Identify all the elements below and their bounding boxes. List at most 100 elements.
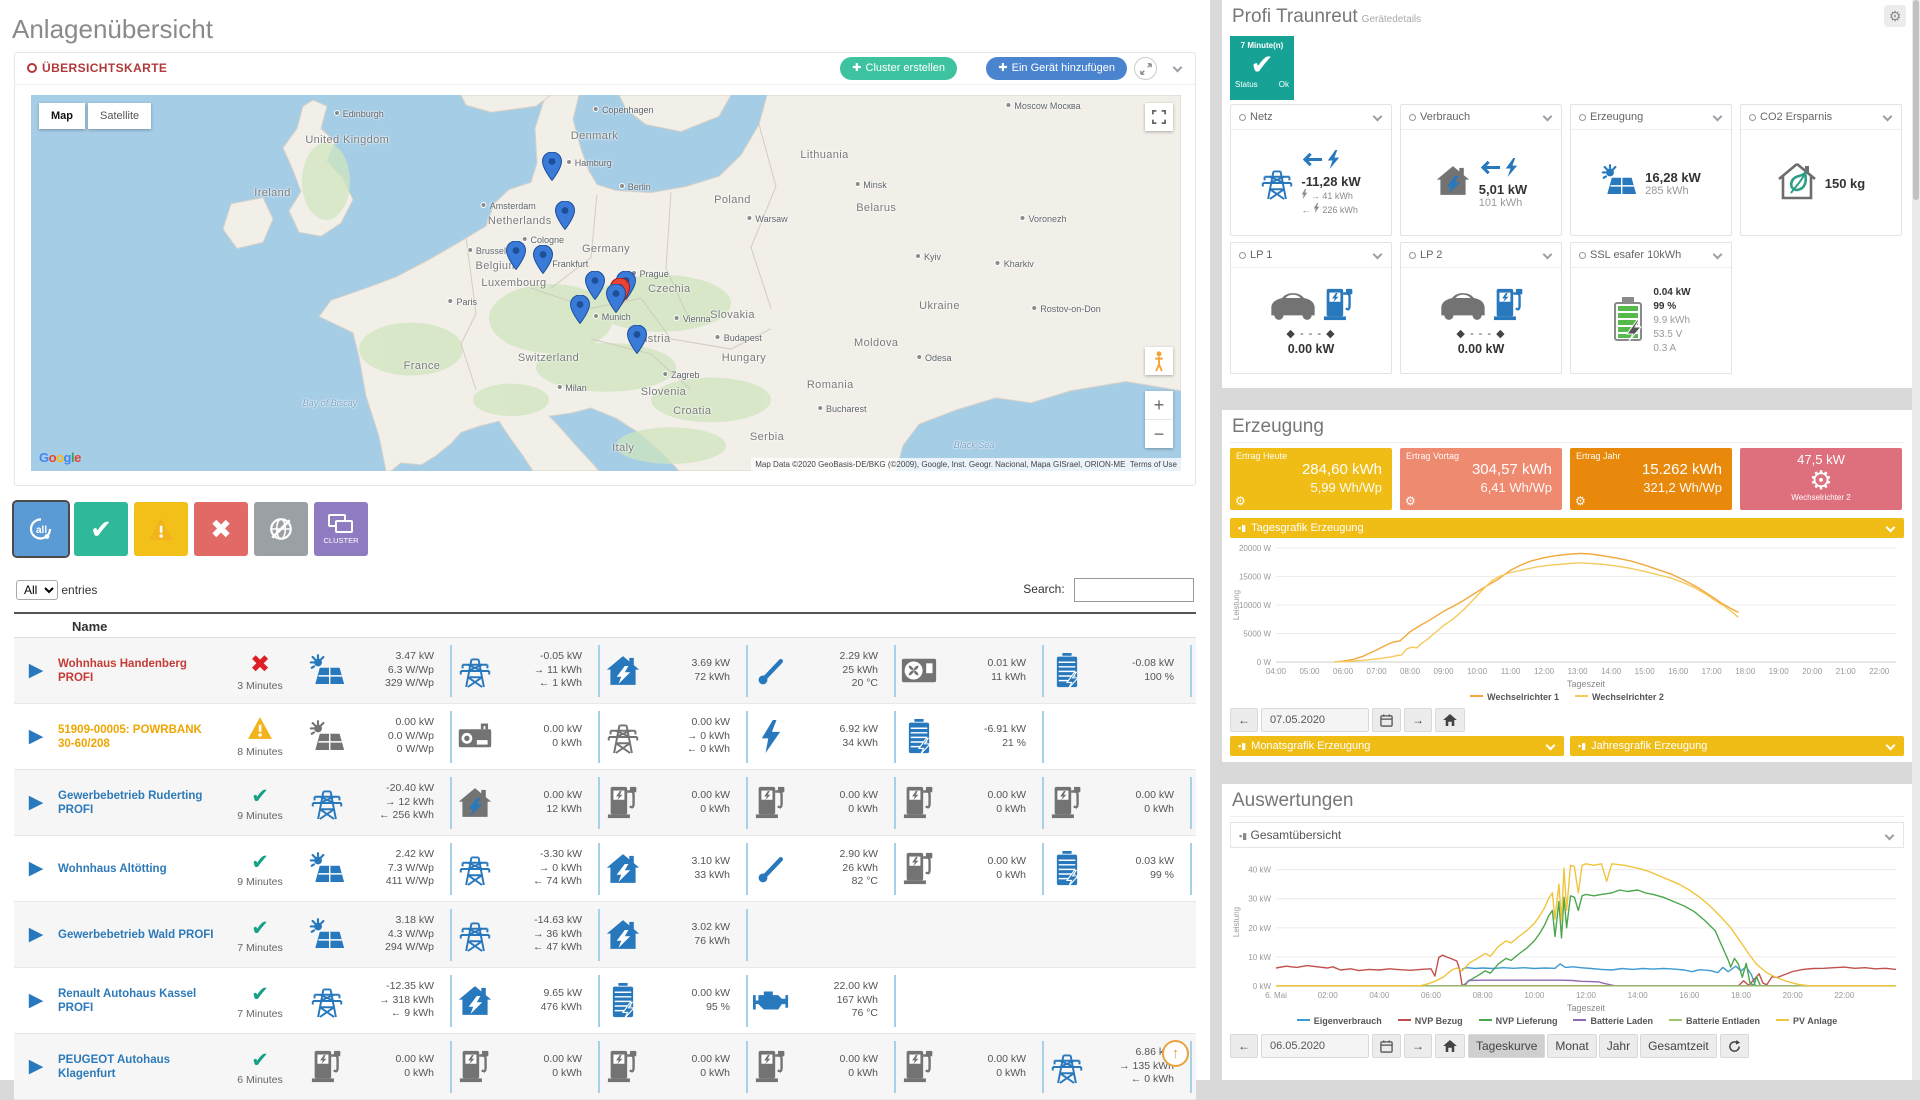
prev-day-button[interactable]: ←: [1230, 708, 1258, 732]
date-field[interactable]: 07.05.2020: [1261, 708, 1369, 732]
table-header-name[interactable]: Name: [14, 612, 1196, 638]
home-button[interactable]: [1435, 708, 1465, 732]
legend-item[interactable]: Wechselrichter 1: [1470, 692, 1559, 702]
calendar-button[interactable]: [1372, 1034, 1401, 1058]
table-row[interactable]: ▶Wohnhaus Handenberg PROFI✖3 Minutes3.47…: [14, 638, 1196, 704]
tab-monat[interactable]: Monat: [1547, 1034, 1596, 1058]
pegman-button[interactable]: [1145, 347, 1173, 375]
legend-item[interactable]: Batterie Laden: [1573, 1016, 1653, 1026]
map-pin-blue[interactable]: [627, 325, 647, 354]
expand-button[interactable]: [1134, 57, 1157, 80]
filter-warning-button[interactable]: [134, 502, 188, 556]
legend-item[interactable]: Batterie Entladen: [1669, 1016, 1760, 1026]
play-button[interactable]: ▶: [14, 659, 58, 682]
verbrauch-card-header[interactable]: Verbrauch: [1401, 105, 1561, 130]
refresh-button[interactable]: [1720, 1034, 1749, 1058]
lp2-card-header[interactable]: LP 2: [1401, 243, 1561, 268]
yield-tile[interactable]: Ertrag Vortag304,57 kWh6,41 Wh/Wp⚙: [1400, 448, 1562, 510]
table-row[interactable]: ▶Wohnhaus Altötting✔9 Minutes2.42 kW7.3 …: [14, 836, 1196, 902]
date-field[interactable]: 06.05.2020: [1261, 1034, 1369, 1058]
play-button[interactable]: ▶: [14, 791, 58, 814]
device-name-link[interactable]: PEUGEOT Autohaus Klagenfurt: [58, 1053, 216, 1081]
legend-item[interactable]: PV Anlage: [1776, 1016, 1837, 1026]
legend-item[interactable]: NVP Bezug: [1398, 1016, 1463, 1026]
legend-item[interactable]: Wechselrichter 2: [1575, 692, 1664, 702]
scroll-to-top-button[interactable]: ↑: [1162, 1040, 1189, 1067]
play-button[interactable]: ▶: [14, 923, 58, 946]
table-row[interactable]: ▶Gewerbebetrieb Wald PROFI✔7 Minutes3.18…: [14, 902, 1196, 968]
legend-item[interactable]: NVP Lieferung: [1479, 1016, 1558, 1026]
page-scrollbar[interactable]: [1912, 0, 1920, 1080]
yield-tile[interactable]: Ertrag Heute284,60 kWh5,99 Wh/Wp⚙: [1230, 448, 1392, 510]
metric-tower: -0.05 kW→ 11 kWh← 1 kWh: [452, 645, 600, 697]
charger-icon: [600, 785, 646, 820]
prev-day-button[interactable]: ←: [1230, 1034, 1258, 1058]
co2-card-header[interactable]: CO2 Ersparnis: [1741, 105, 1901, 130]
entries-select[interactable]: All: [16, 580, 58, 600]
map-pin-blue[interactable]: [533, 245, 553, 274]
play-button[interactable]: ▶: [14, 989, 58, 1012]
filter-error-button[interactable]: ✖: [194, 502, 248, 556]
next-day-button[interactable]: →: [1404, 708, 1432, 732]
filter-cluster-button[interactable]: CLUSTER: [314, 502, 368, 556]
inverter-tile[interactable]: 47,5 kW⚙Wechselrichter 2: [1740, 448, 1902, 510]
map-pin-blue[interactable]: [570, 295, 590, 324]
tab-gesamtzeit[interactable]: Gesamtzeit: [1640, 1034, 1717, 1058]
scrollbar-thumb[interactable]: [1913, 0, 1919, 200]
fullscreen-button[interactable]: [1145, 103, 1173, 131]
play-button[interactable]: ▶: [14, 857, 58, 880]
home-button[interactable]: [1435, 1034, 1465, 1058]
status-tile[interactable]: 7 Minute(n) ✔ StatusOk: [1230, 36, 1294, 100]
lp1-card-header[interactable]: LP 1: [1231, 243, 1391, 268]
gesamtuebersicht-bar[interactable]: ▪▮ Gesamtübersicht: [1230, 822, 1904, 848]
filter-ok-button[interactable]: ✔: [74, 502, 128, 556]
tagesgrafik-bar[interactable]: ▪▮Tagesgrafik Erzeugung: [1230, 518, 1904, 538]
device-name-link[interactable]: Gewerbebetrieb Ruderting PROFI: [58, 789, 216, 817]
filter-offline-button[interactable]: [254, 502, 308, 556]
metric-empty: [896, 975, 1044, 1027]
device-name-link[interactable]: Renault Autohaus Kassel PROFI: [58, 987, 216, 1015]
tab-jahr[interactable]: Jahr: [1599, 1034, 1638, 1058]
device-name-link[interactable]: Wohnhaus Handenberg PROFI: [58, 657, 216, 685]
zoom-out-button[interactable]: −: [1145, 420, 1173, 448]
map-pin-blue[interactable]: [555, 201, 575, 230]
device-name-link[interactable]: Wohnhaus Altötting: [58, 862, 216, 876]
calendar-button[interactable]: [1372, 708, 1401, 732]
battery-card-header[interactable]: SSL esafer 10kWh: [1571, 243, 1731, 268]
table-row[interactable]: ▶Gewerbebetrieb Ruderting PROFI✔9 Minute…: [14, 770, 1196, 836]
europe-map[interactable]: United KingdomIrelandFranceGermanyPoland…: [31, 95, 1181, 471]
legend-item[interactable]: Eigenverbrauch: [1297, 1016, 1382, 1026]
play-button[interactable]: ▶: [14, 1055, 58, 1078]
settings-gear-button[interactable]: ⚙: [1884, 5, 1906, 27]
gear-icon[interactable]: ⚙: [1575, 494, 1586, 508]
search-input[interactable]: [1074, 578, 1194, 602]
netz-card-header[interactable]: Netz: [1231, 105, 1391, 130]
map-type-satellite-button[interactable]: Satellite: [88, 103, 151, 129]
filter-all-button[interactable]: all: [14, 502, 68, 556]
table-row[interactable]: ▶PEUGEOT Autohaus Klagenfurt✔6 Minutes0.…: [14, 1034, 1196, 1100]
add-device-button[interactable]: ✚Ein Gerät hinzufügen: [986, 57, 1127, 80]
terms-of-use-link[interactable]: Terms of Use: [1130, 460, 1177, 469]
chevron-down-icon[interactable]: [1173, 63, 1183, 73]
next-day-button[interactable]: →: [1404, 1034, 1432, 1058]
erzeugung-card-header[interactable]: Erzeugung: [1571, 105, 1731, 130]
create-cluster-button[interactable]: ✚Cluster erstellen: [840, 57, 957, 80]
map-pin-blue[interactable]: [606, 284, 626, 313]
jahresgrafik-bar[interactable]: ▪▮Jahresgrafik Erzeugung: [1570, 736, 1904, 756]
yield-tile[interactable]: Ertrag Jahr15.262 kWh321,2 Wh/Wp⚙: [1570, 448, 1732, 510]
table-row[interactable]: ▶Renault Autohaus Kassel PROFI✔7 Minutes…: [14, 968, 1196, 1034]
gear-icon[interactable]: ⚙: [1235, 494, 1246, 508]
device-name-link[interactable]: 51909-00005: POWRBANK 30-60/208: [58, 723, 216, 751]
device-name-link[interactable]: Gewerbebetrieb Wald PROFI: [58, 928, 216, 942]
map-pin-blue[interactable]: [542, 152, 562, 181]
tab-tageskurve[interactable]: Tageskurve: [1468, 1034, 1545, 1058]
chevron-down-icon: [1886, 523, 1896, 533]
zoom-in-button[interactable]: +: [1145, 391, 1173, 419]
monatsgrafik-bar[interactable]: ▪▮Monatsgrafik Erzeugung: [1230, 736, 1564, 756]
map-pin-blue[interactable]: [506, 241, 526, 270]
play-button[interactable]: ▶: [14, 725, 58, 748]
gear-icon[interactable]: ⚙: [1405, 494, 1416, 508]
table-row[interactable]: ▶51909-00005: POWRBANK 30-60/2088 Minute…: [14, 704, 1196, 770]
metric-house: 0.00 kW12 kWh: [452, 777, 600, 829]
map-type-map-button[interactable]: Map: [39, 103, 85, 129]
